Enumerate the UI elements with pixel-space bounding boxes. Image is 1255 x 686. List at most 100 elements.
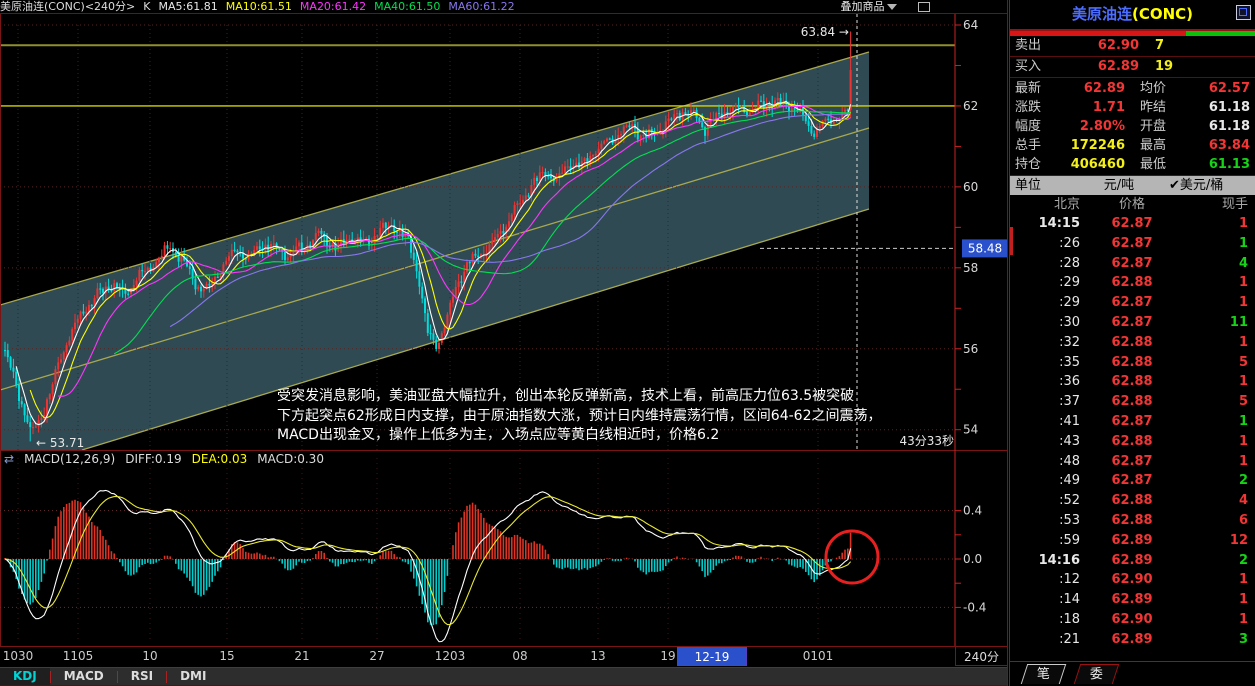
trade-row: :29 62.87 1	[1059, 295, 1248, 311]
tab-kdj[interactable]: KDJ	[0, 668, 50, 685]
k-style-label: K	[143, 0, 151, 13]
golden-cross-circle	[824, 529, 880, 585]
stat-row: 最新 62.89 均价 62.57	[1015, 81, 1250, 96]
stat-row: 持仓 406460 最低 61.13	[1015, 157, 1250, 172]
contract-code: (CONC)	[1131, 5, 1194, 23]
trade-row: :18 62.90 1	[1059, 611, 1248, 627]
indicator-tabbar: KDJ MACD RSI DMI	[0, 667, 1008, 686]
time-axis: 010119130812032721151011051030 12-19 06:…	[0, 646, 1008, 683]
trade-row: :26 62.87 1	[1059, 235, 1248, 251]
overlay-commodity-button[interactable]: 叠加商品	[841, 0, 885, 13]
macd-params-label: MACD(12,26,9)	[24, 452, 116, 466]
window-icon[interactable]	[918, 2, 930, 12]
x-axis-label: 08	[512, 649, 528, 663]
bar-countdown-timer: 43分33秒	[899, 434, 954, 448]
trade-row: :28 62.87 4	[1059, 255, 1248, 271]
trade-row: :52 62.88 4	[1059, 493, 1248, 509]
chevron-down-icon[interactable]	[886, 4, 897, 10]
unit-cny-option[interactable]: 元/吨	[1069, 176, 1169, 195]
cycle-indicator-icon[interactable]: ⇄	[4, 452, 14, 466]
unit-row: 单位 元/吨 ✔美元/桶	[1010, 176, 1255, 195]
period-selector[interactable]: 240分	[955, 646, 1008, 666]
macd-header: ⇄ MACD(12,26,9) DIFF:0.19 DEA:0.03 MACD:0.30	[4, 452, 334, 466]
panel-tab-trades[interactable]: 笔	[1020, 664, 1067, 684]
chart-titlebar: 美原油连(CONC)<240分> K MA5:61.81 MA10:61.51 MA20…	[0, 0, 1008, 14]
x-axis-label: 10	[142, 649, 158, 663]
trade-row: :29 62.88 1	[1059, 275, 1248, 291]
trade-row: :37 62.88 5	[1059, 394, 1248, 410]
panel-divider	[1007, 0, 1008, 686]
y-axis-label: 56	[963, 342, 978, 356]
tab-dmi[interactable]: DMI	[167, 668, 219, 685]
stat-row: 涨跌 1.71 昨结 61.18	[1015, 100, 1250, 115]
trade-row: :21 62.89 3	[1059, 631, 1248, 647]
stat-row: 总手 172246 最高 63.84	[1015, 138, 1250, 153]
low-price-marker: ← 53.71	[36, 436, 84, 450]
candlestick-chart[interactable]: 63.84 →← 53.7164626058565458.48	[0, 14, 1008, 450]
macd-dea-value: DEA:0.03	[191, 452, 248, 466]
annotation-line: 下方起突点62形成日内支撑，由于原油指数大涨，预计日内维持震荡行情，区间64-6…	[277, 407, 882, 424]
col-volume: 现手	[1221, 197, 1248, 212]
trades-list[interactable]: 14:15 62.87 1 :26 62.87 1 :28 62.87 4 :29 62.88 1 :2…	[1010, 214, 1255, 650]
tab-rsi[interactable]: RSI	[118, 668, 166, 685]
x-axis-label: 27	[369, 649, 385, 663]
unit-usd-option[interactable]: ✔美元/桶	[1169, 176, 1255, 195]
stat-row: 幅度 2.80% 开盘 61.18	[1015, 119, 1250, 134]
y-axis-label: 60	[963, 180, 978, 194]
svg-text:58.48: 58.48	[968, 241, 1002, 255]
macd-histogram	[4, 499, 852, 625]
quote-panel: 美原油连(CONC) 卖出 62.90 7 买入 62.89 19 最新 62.89 均价 62…	[1009, 0, 1255, 686]
annotation-line: 受突发消息影响，美油亚盘大幅拉升，创出本轮反弹新高，技术上看，前高压力位63.5…	[277, 388, 855, 404]
x-axis-label: 13	[590, 649, 606, 663]
check-icon: ✔	[1169, 178, 1180, 193]
col-time: 北京	[1053, 197, 1080, 212]
trade-row: :48 62.87 1	[1059, 453, 1248, 469]
x-axis-label: 1105	[62, 649, 94, 663]
x-axis-label: 21	[294, 649, 310, 663]
ma-legend-item: MA5:61.81	[158, 0, 218, 13]
trade-row: :12 62.90 1	[1059, 572, 1248, 588]
symbol-period-label: 美原油连(CONC)<240分>	[0, 0, 136, 13]
panel-tab-orders[interactable]: 委	[1073, 664, 1120, 684]
quote-stats: 最新 62.89 均价 62.57 涨跌 1.71 昨结 61.18 幅度 2.80% 开盘 61.1…	[1010, 78, 1255, 176]
macd-value: MACD:0.30	[257, 452, 324, 466]
y-axis-label: 64	[963, 18, 978, 32]
ma-legend-item: MA60:61.22	[448, 0, 515, 13]
trade-row: :49 62.87 2	[1059, 473, 1248, 489]
trade-row: :30 62.87 11	[1059, 314, 1248, 330]
macd-axis-label: -0.4	[963, 600, 986, 614]
tab-macd[interactable]: MACD	[51, 668, 117, 685]
trade-row: :53 62.88 6	[1059, 512, 1248, 528]
ma-legend: MA5:61.81 MA10:61.51 MA20:61.42 MA40:61.50 M…	[158, 0, 522, 13]
x-axis-label: 1030	[2, 649, 34, 663]
trades-table-header: 北京 价格 现手	[1010, 195, 1255, 214]
macd-axis-label: 0.4	[963, 504, 982, 518]
y-axis-label: 62	[963, 99, 978, 113]
x-axis-label: 15	[219, 649, 235, 663]
scrollbar-thumb[interactable]	[1010, 227, 1013, 255]
ma-legend-item: MA10:61.51	[225, 0, 292, 13]
buy-strength	[1186, 31, 1255, 36]
panel-tabbar: 笔委	[1010, 661, 1255, 686]
ma-legend-item: MA40:61.50	[374, 0, 441, 13]
trade-row: :35 62.88 5	[1059, 354, 1248, 370]
trade-row: 14:15 62.87 1	[1038, 216, 1248, 231]
ask-row: 卖出 62.90 7	[1010, 36, 1255, 57]
contract-name: 美原油连	[1071, 5, 1132, 23]
trade-row: :36 62.88 1	[1059, 374, 1248, 390]
trade-row: :59 62.89 12	[1059, 532, 1248, 548]
maximize-icon[interactable]	[1236, 5, 1251, 20]
macd-axis-label: 0.0	[963, 552, 982, 566]
annotation-line: MACD出现金叉，操作上低多为主，入场点应等黄白线相近时，价格6.2	[277, 427, 720, 443]
unit-label: 单位	[1015, 178, 1042, 193]
quote-panel-header: 美原油连(CONC)	[1010, 0, 1255, 31]
macd-panel[interactable]: 0.4 0.0 -0.4	[0, 450, 1008, 646]
x-axis-label: 1203	[434, 649, 466, 663]
macd-diff-value: DIFF:0.19	[125, 452, 182, 466]
crosshair-time-tooltip: 12-19 06:00	[677, 647, 747, 683]
trade-row: :14 62.89 1	[1059, 592, 1248, 608]
x-axis-label: 0101	[802, 649, 834, 663]
ma-legend-item: MA20:61.42	[299, 0, 367, 13]
trade-row: :41 62.87 1	[1059, 413, 1248, 429]
trade-row: :43 62.88 1	[1059, 433, 1248, 449]
